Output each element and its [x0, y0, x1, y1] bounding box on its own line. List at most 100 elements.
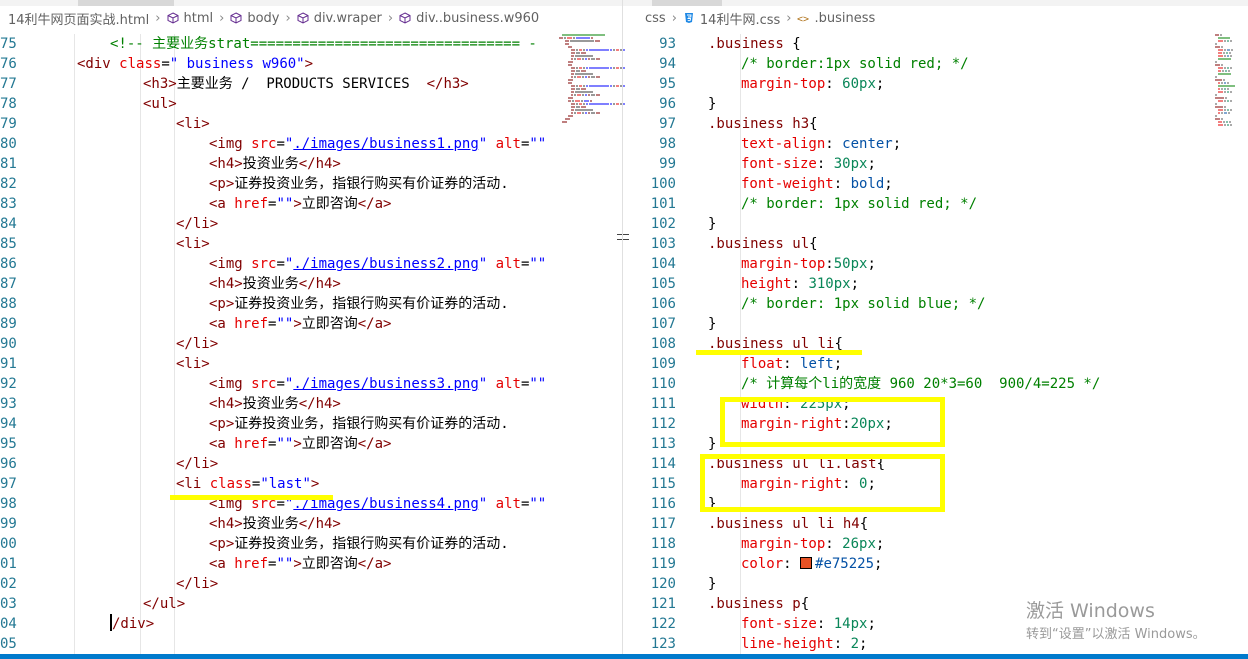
minimap-mark	[577, 94, 581, 96]
code-line[interactable]: 94 /* border:1px solid red; */	[630, 54, 1215, 74]
code-line[interactable]: 100 font-weight: bold;	[630, 174, 1215, 194]
code-line[interactable]: 86 <img src="./images/business2.png" alt=…	[0, 254, 546, 274]
minimap-mark	[1218, 49, 1223, 51]
code-line[interactable]: 75 <!-- 主要业务strat========================…	[0, 34, 546, 54]
code-token: ""	[529, 136, 546, 152]
code-line[interactable]: 97 .business h3{	[630, 114, 1215, 134]
css-editor-pane[interactable]: 93 .business {94/* border:1px solid red; …	[630, 34, 1215, 654]
code-line[interactable]: 117 .business ul li h4{	[630, 514, 1215, 534]
code-line[interactable]: 104 margin-top:50px;	[630, 254, 1215, 274]
minimap-mark	[623, 67, 625, 69]
line-number: 122	[650, 616, 676, 632]
code-line[interactable]: 92 <img src="./images/business3.png" alt=…	[0, 374, 546, 394]
code-line[interactable]: 82 <p>证券投资业务，指银行购买有价证券的活动.	[0, 174, 546, 194]
code-line[interactable]: 107}	[630, 314, 1215, 334]
left-breadcrumb-item[interactable]: 14利牛网页面实战.html	[8, 9, 149, 28]
highlight-box	[700, 454, 945, 512]
code-line[interactable]: 105 height: 310px;	[630, 274, 1215, 294]
code-token: ;	[884, 176, 893, 192]
code-line[interactable]: 94 <p>证券投资业务，指银行购买有价证券的活动.	[0, 414, 546, 434]
code-line[interactable]: 02 </li>	[0, 574, 546, 594]
code-line[interactable]: 95 <a href="">立即咨询</a>	[0, 434, 546, 454]
code-line[interactable]: 98 text-align: center;	[630, 134, 1215, 154]
code-line[interactable]: 77 <h3>主要业务 / PRODUCTS SERVICES </h3>	[0, 74, 546, 94]
color-swatch-icon[interactable]	[800, 557, 813, 569]
code-token: =	[276, 376, 285, 392]
code-line[interactable]: 88 <p>证券投资业务，指银行购买有价证券的活动.	[0, 294, 546, 314]
code-line[interactable]: 102}	[630, 214, 1215, 234]
code-line[interactable]: 110 /* 计算每个li的宽度 960 20*3=60 900/4=225 */	[630, 374, 1215, 394]
code-line[interactable]: 00 <p>证券投资业务，指银行购买有价证券的活动.	[0, 534, 546, 554]
right-breadcrumb-item[interactable]: css	[645, 11, 666, 26]
code-token: {	[859, 516, 869, 532]
minimap-mark	[1227, 40, 1229, 42]
html-editor-pane[interactable]: 75 <!-- 主要业务strat========================…	[0, 34, 546, 654]
minimap-mark	[616, 49, 619, 51]
minimap-mark	[575, 73, 593, 75]
code-line[interactable]: 101 /* border: 1px solid red; */	[630, 194, 1215, 214]
code-line[interactable]: 103 .business ul{	[630, 234, 1215, 254]
code-line[interactable]: 05	[0, 634, 546, 654]
left-minimap[interactable]	[556, 34, 625, 354]
code-line[interactable]: 81 <h4>投资业务</h4>	[0, 154, 546, 174]
minimap-mark	[589, 67, 609, 69]
left-breadcrumb-item[interactable]: div.wraper	[314, 11, 382, 26]
right-breadcrumb[interactable]: css › 14利牛网.css › <> .business	[645, 6, 1205, 30]
code-line[interactable]: 03 </ul>	[0, 594, 546, 614]
code-line[interactable]: 04/div>	[0, 614, 546, 634]
code-line[interactable]: 80 <img src="./images/business1.png" alt=…	[0, 134, 546, 154]
code-line[interactable]: 85 <li>	[0, 234, 546, 254]
code-line[interactable]: 84 </li>	[0, 214, 546, 234]
code-token: <div	[77, 56, 111, 72]
code-line[interactable]: 96 </li>	[0, 454, 546, 474]
left-breadcrumb[interactable]: 14利牛网页面实战.html › html › body › div.wraper › div.…	[8, 6, 548, 30]
code-line[interactable]: 79 <li>	[0, 114, 546, 134]
minimap-mark	[1229, 52, 1231, 54]
minimap-mark	[596, 94, 600, 96]
line-number: 99	[0, 516, 17, 532]
minimap-mark	[579, 85, 582, 87]
code-line[interactable]: 87 <h4>投资业务</h4>	[0, 274, 546, 294]
code-token: <h3>	[143, 76, 177, 92]
code-line[interactable]: 91 <li>	[0, 354, 546, 374]
right-minimap[interactable]	[1215, 34, 1248, 614]
code-line[interactable]: 93 .business {	[630, 34, 1215, 54]
cube-icon	[230, 12, 242, 24]
left-breadcrumb-item[interactable]: html	[184, 11, 214, 26]
left-breadcrumb-item[interactable]: div..business.w960	[416, 11, 539, 26]
code-line[interactable]: 96}	[630, 94, 1215, 114]
code-line[interactable]: 120}	[630, 574, 1215, 594]
code-line[interactable]: 109 float: left;	[630, 354, 1215, 374]
code-line[interactable]: 83 <a href="">立即咨询</a>	[0, 194, 546, 214]
minimap-mark	[1215, 97, 1224, 99]
code-token: 证券投资业务，指银行购买有价证券的活动.	[234, 176, 509, 192]
left-breadcrumb-item[interactable]: body	[247, 11, 279, 26]
code-line[interactable]: 01 <a href="">立即咨询</a>	[0, 554, 546, 574]
code-line[interactable]: 95 margin-top: 60px;	[630, 74, 1215, 94]
code-token: =	[161, 56, 170, 72]
code-text: <a href="">立即咨询</a>	[44, 194, 391, 214]
code-line[interactable]: 99 font-size: 30px;	[630, 154, 1215, 174]
right-breadcrumb-item[interactable]: 14利牛网.css	[700, 9, 780, 28]
code-line[interactable]: 93 <h4>投资业务</h4>	[0, 394, 546, 414]
code-text: text-align: center;	[708, 134, 901, 154]
line-number: 104	[650, 256, 676, 272]
code-line[interactable]: 99 <h4>投资业务</h4>	[0, 514, 546, 534]
code-line[interactable]: 118 margin-top: 26px;	[630, 534, 1215, 554]
code-line[interactable]: 90 </li>	[0, 334, 546, 354]
minimap-mark	[1227, 100, 1229, 102]
editor-splitter[interactable]	[622, 0, 623, 659]
code-line[interactable]: 106 /* border: 1px solid blue; */	[630, 294, 1215, 314]
code-line[interactable]: 89 <a href="">立即咨询</a>	[0, 314, 546, 334]
code-line[interactable]: 76 <div class=" business w960">	[0, 54, 546, 74]
code-text: .business {	[708, 34, 801, 54]
code-line[interactable]: 119 color: #e75225;	[630, 554, 1215, 574]
code-token: :	[825, 136, 843, 152]
right-breadcrumb-item[interactable]: .business	[814, 11, 875, 26]
code-line[interactable]: 97 <li class="last">	[0, 474, 546, 494]
minimap-mark	[623, 103, 625, 105]
split-sash-grip[interactable]	[617, 234, 629, 240]
code-token: :	[833, 636, 851, 652]
code-line[interactable]: 78 <ul>	[0, 94, 546, 114]
